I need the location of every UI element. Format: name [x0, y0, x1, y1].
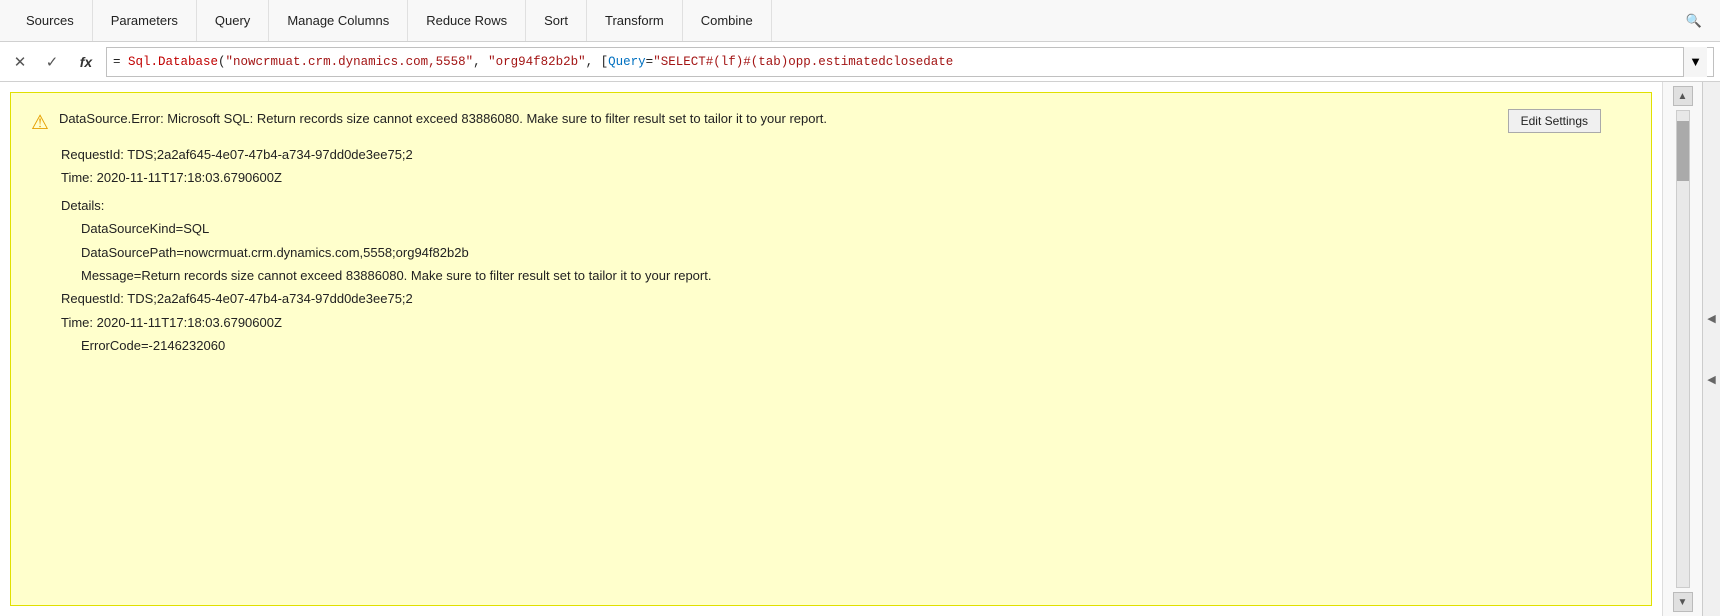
search-icon-area[interactable]: 🔍 — [1676, 0, 1712, 41]
scroll-up-button[interactable]: ▲ — [1673, 86, 1693, 106]
menu-bar: Sources Parameters Query Manage Columns … — [0, 0, 1720, 42]
request-id-1: RequestId: TDS;2a2af645-4e07-47b4-a734-9… — [61, 143, 1631, 166]
error-panel: ⚠ DataSource.Error: Microsoft SQL: Retur… — [10, 92, 1652, 606]
warning-icon: ⚠ — [31, 110, 49, 135]
scroll-down-button[interactable]: ▼ — [1673, 592, 1693, 612]
error-message: Message=Return records size cannot excee… — [81, 264, 1631, 287]
collapse-down-arrow[interactable]: ◀ — [1705, 369, 1717, 390]
cancel-button[interactable]: ✕ — [6, 48, 34, 76]
menu-item-combine[interactable]: Combine — [683, 0, 772, 41]
time-1: Time: 2020-11-11T17:18:03.6790600Z — [61, 166, 1631, 189]
error-title: DataSource.Error: Microsoft SQL: Return … — [59, 109, 827, 129]
fx-button[interactable]: fx — [70, 48, 102, 76]
datasource-kind: DataSourceKind=SQL — [81, 217, 1631, 240]
formula-expand-button[interactable]: ▼ — [1683, 47, 1707, 77]
scroll-track[interactable] — [1676, 110, 1690, 588]
error-code: ErrorCode=-2146232060 — [81, 334, 1631, 357]
time-2: Time: 2020-11-11T17:18:03.6790600Z — [61, 311, 1631, 334]
details-label: Details: — [61, 194, 1631, 217]
scrollbar: ▲ ▼ — [1662, 82, 1702, 616]
main-content: ⚠ DataSource.Error: Microsoft SQL: Retur… — [0, 82, 1720, 616]
collapse-up-arrow[interactable]: ◀ — [1705, 308, 1717, 329]
formula-input[interactable]: = Sql.Database("nowcrmuat.crm.dynamics.c… — [106, 47, 1714, 77]
formula-text: = Sql.Database("nowcrmuat.crm.dynamics.c… — [113, 55, 1683, 69]
menu-item-parameters[interactable]: Parameters — [93, 0, 197, 41]
menu-item-sources[interactable]: Sources — [8, 0, 93, 41]
menu-item-reduce-rows[interactable]: Reduce Rows — [408, 0, 526, 41]
error-header: ⚠ DataSource.Error: Microsoft SQL: Retur… — [31, 109, 1631, 135]
formula-bar: ✕ ✓ fx = Sql.Database("nowcrmuat.crm.dyn… — [0, 42, 1720, 82]
menu-item-manage-columns[interactable]: Manage Columns — [269, 0, 408, 41]
search-icon: 🔍 — [1686, 13, 1702, 29]
menu-item-sort[interactable]: Sort — [526, 0, 587, 41]
menu-item-transform[interactable]: Transform — [587, 0, 683, 41]
menu-item-query[interactable]: Query — [197, 0, 269, 41]
right-collapse-panel: ◀ ◀ — [1702, 82, 1720, 616]
edit-settings-button[interactable]: Edit Settings — [1508, 109, 1601, 133]
scroll-thumb[interactable] — [1677, 121, 1689, 181]
datasource-path: DataSourcePath=nowcrmuat.crm.dynamics.co… — [81, 241, 1631, 264]
error-body: RequestId: TDS;2a2af645-4e07-47b4-a734-9… — [61, 143, 1631, 358]
confirm-button[interactable]: ✓ — [38, 48, 66, 76]
request-id-2: RequestId: TDS;2a2af645-4e07-47b4-a734-9… — [61, 287, 1631, 310]
